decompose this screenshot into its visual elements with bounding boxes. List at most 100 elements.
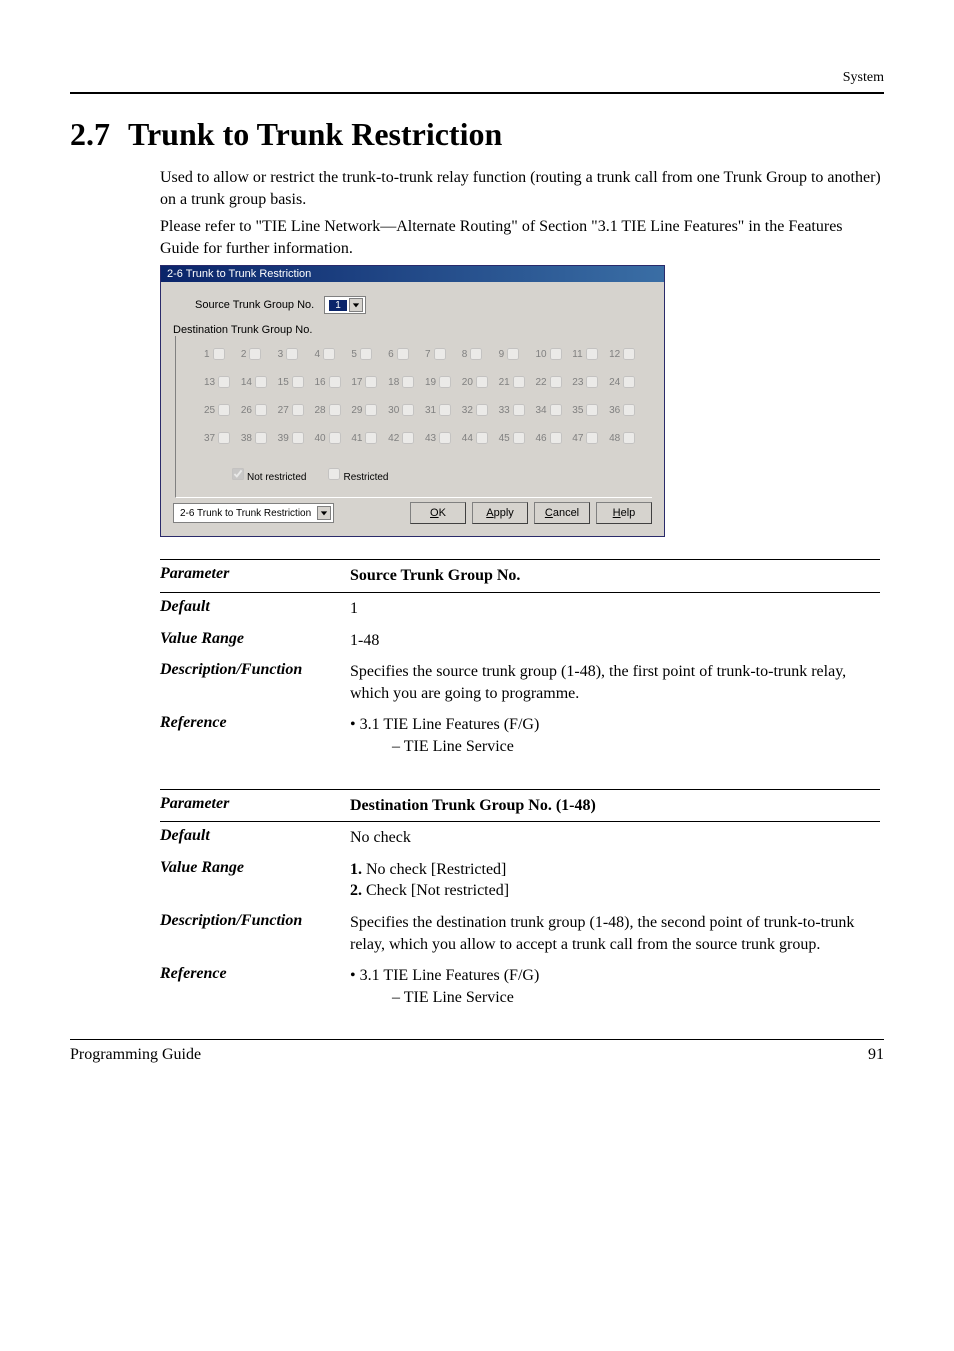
- dest-checkbox[interactable]: [292, 376, 304, 388]
- dest-checkbox[interactable]: [623, 404, 635, 416]
- dest-checkbox[interactable]: [213, 348, 225, 360]
- param-label: Default: [160, 827, 350, 849]
- dropdown-icon[interactable]: [317, 506, 331, 520]
- footer-left: Programming Guide: [70, 1046, 201, 1064]
- cb-label: 21: [499, 377, 510, 388]
- section-title: Trunk to Trunk Restriction: [128, 116, 502, 152]
- legend-checkbox-checked-icon: [232, 468, 244, 480]
- cb-label: 8: [462, 349, 468, 360]
- cb-label: 33: [499, 405, 510, 416]
- dropdown-icon[interactable]: [349, 298, 363, 312]
- cb-label: 45: [499, 433, 510, 444]
- dest-checkbox[interactable]: [550, 348, 562, 360]
- dest-checkbox[interactable]: [586, 404, 598, 416]
- dest-checkbox[interactable]: [550, 404, 562, 416]
- apply-button[interactable]: Apply: [472, 502, 528, 524]
- help-button[interactable]: Help: [596, 502, 652, 524]
- dest-checkbox[interactable]: [623, 348, 635, 360]
- dest-checkbox[interactable]: [402, 404, 414, 416]
- dest-checkbox[interactable]: [586, 432, 598, 444]
- dest-checkbox[interactable]: [397, 348, 409, 360]
- window-titlebar: 2-6 Trunk to Trunk Restriction: [161, 266, 664, 282]
- dest-checkbox[interactable]: [623, 376, 635, 388]
- dest-checkbox[interactable]: [434, 348, 446, 360]
- footer-rule: [70, 1039, 884, 1040]
- param-label: Reference: [160, 714, 350, 757]
- cb-label: 31: [425, 405, 436, 416]
- cb-label: 39: [278, 433, 289, 444]
- dest-checkbox[interactable]: [365, 432, 377, 444]
- dest-checkbox[interactable]: [476, 376, 488, 388]
- dest-checkbox[interactable]: [329, 404, 341, 416]
- cb-label: 34: [535, 405, 546, 416]
- dest-checkbox[interactable]: [360, 348, 372, 360]
- reference-bullet: • 3.1 TIE Line Features (F/G): [350, 965, 880, 987]
- dest-checkbox[interactable]: [365, 404, 377, 416]
- dest-checkbox[interactable]: [513, 432, 525, 444]
- cb-label: 9: [499, 349, 505, 360]
- dest-checkbox[interactable]: [470, 348, 482, 360]
- dest-checkbox[interactable]: [292, 404, 304, 416]
- dest-checkbox[interactable]: [550, 376, 562, 388]
- source-trunk-value: 1: [329, 300, 347, 311]
- param-value: Specifies the source trunk group (1-48),…: [350, 661, 880, 704]
- list-text: No check [Restricted]: [366, 861, 506, 878]
- dest-checkbox[interactable]: [329, 432, 341, 444]
- nav-select[interactable]: 2-6 Trunk to Trunk Restriction: [173, 503, 334, 523]
- dest-checkbox[interactable]: [255, 432, 267, 444]
- source-trunk-select[interactable]: 1: [324, 296, 366, 314]
- cb-label: 7: [425, 349, 431, 360]
- dest-checkbox[interactable]: [218, 404, 230, 416]
- dest-checkbox[interactable]: [513, 376, 525, 388]
- dest-checkbox[interactable]: [255, 404, 267, 416]
- dest-checkbox[interactable]: [402, 432, 414, 444]
- dest-checkbox[interactable]: [249, 348, 261, 360]
- cb-label: 37: [204, 433, 215, 444]
- section-heading: 2.7Trunk to Trunk Restriction: [70, 116, 884, 153]
- ok-button[interactable]: OK: [410, 502, 466, 524]
- dest-checkbox[interactable]: [218, 376, 230, 388]
- dest-checkbox[interactable]: [513, 404, 525, 416]
- dest-checkbox[interactable]: [476, 432, 488, 444]
- legend-text: Restricted: [343, 472, 388, 483]
- dest-checkbox[interactable]: [586, 376, 598, 388]
- dest-checkbox[interactable]: [255, 376, 267, 388]
- destination-group-label: Destination Trunk Group No.: [173, 324, 652, 336]
- dest-checkbox[interactable]: [623, 432, 635, 444]
- cb-label: 15: [278, 377, 289, 388]
- legend-checkbox-unchecked-icon: [328, 468, 340, 480]
- dest-checkbox[interactable]: [402, 376, 414, 388]
- list-text: Check [Not restricted]: [366, 882, 509, 899]
- dest-checkbox[interactable]: [439, 432, 451, 444]
- checkbox-row: 13 14 15 16 17 18 19 20 21 22 23 24: [204, 376, 644, 388]
- cb-label: 3: [278, 349, 284, 360]
- checkbox-row: 37 38 39 40 41 42 43 44 45 46 47 48: [204, 432, 644, 444]
- dest-checkbox[interactable]: [476, 404, 488, 416]
- dest-checkbox[interactable]: [439, 404, 451, 416]
- dest-checkbox[interactable]: [586, 348, 598, 360]
- dest-checkbox[interactable]: [550, 432, 562, 444]
- cb-label: 10: [535, 349, 546, 360]
- param-label: Reference: [160, 965, 350, 1008]
- cb-label: 44: [462, 433, 473, 444]
- dest-checkbox[interactable]: [439, 376, 451, 388]
- cb-label: 27: [278, 405, 289, 416]
- cb-label: 48: [609, 433, 620, 444]
- source-trunk-label: Source Trunk Group No.: [195, 299, 314, 311]
- dest-checkbox[interactable]: [323, 348, 335, 360]
- cb-label: 11: [572, 349, 582, 360]
- param-value: Specifies the destination trunk group (1…: [350, 912, 880, 955]
- cb-label: 5: [351, 349, 357, 360]
- dest-checkbox[interactable]: [329, 376, 341, 388]
- dest-checkbox[interactable]: [292, 432, 304, 444]
- dest-checkbox[interactable]: [218, 432, 230, 444]
- destination-checkbox-grid: 1 2 3 4 5 6 7 8 9 10 11 12 13: [176, 336, 652, 464]
- cb-label: 26: [241, 405, 252, 416]
- dest-checkbox[interactable]: [507, 348, 519, 360]
- intro-paragraph-2: Please refer to "TIE Line Network—Altern…: [160, 216, 884, 259]
- param-value: • 3.1 TIE Line Features (F/G) – TIE Line…: [350, 965, 880, 1008]
- legend-restricted: Restricted: [328, 468, 388, 483]
- cancel-button[interactable]: Cancel: [534, 502, 590, 524]
- dest-checkbox[interactable]: [365, 376, 377, 388]
- dest-checkbox[interactable]: [286, 348, 298, 360]
